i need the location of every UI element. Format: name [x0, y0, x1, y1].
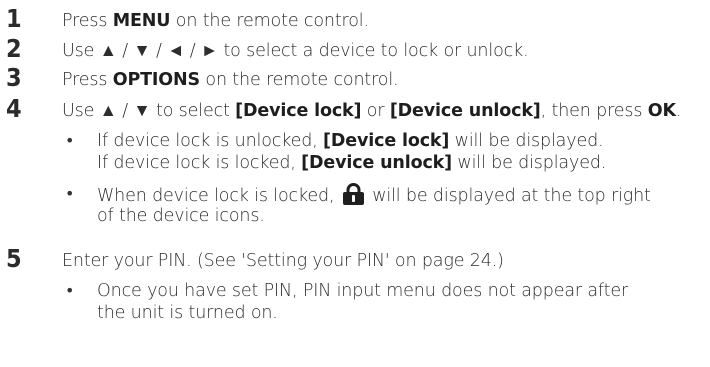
lock-icon	[342, 183, 364, 205]
step-number: 4	[6, 94, 22, 123]
step-text: Use ▲ / ▼ to select [Device lock] or [De…	[62, 101, 682, 121]
bullet-text: of the device icons.	[97, 206, 265, 226]
bullet-glyph: •	[65, 184, 75, 203]
step-text: Press OPTIONS on the remote control.	[62, 70, 399, 90]
step-text: Enter your PIN. (See 'Setting your PIN' …	[62, 251, 504, 271]
step-number: 3	[6, 63, 22, 92]
bullet-text: When device lock is locked, will be disp…	[97, 183, 651, 207]
step-text: Press MENU on the remote control.	[62, 11, 369, 31]
bullet-text: If device lock is locked, [Device unlock…	[97, 153, 607, 173]
step-text: Use ▲ / ▼ / ◄ / ► to select a device to …	[62, 41, 529, 61]
step-number: 2	[6, 34, 22, 63]
bullet-glyph: •	[65, 281, 75, 300]
bullet-text: Once you have set PIN, PIN input menu do…	[97, 281, 629, 301]
step-number: 1	[6, 4, 22, 33]
bullet-text: the unit is turned on.	[97, 303, 278, 323]
bullet-text: If device lock is unlocked, [Device lock…	[97, 131, 604, 151]
bullet-glyph: •	[65, 131, 75, 150]
step-number: 5	[6, 244, 22, 273]
